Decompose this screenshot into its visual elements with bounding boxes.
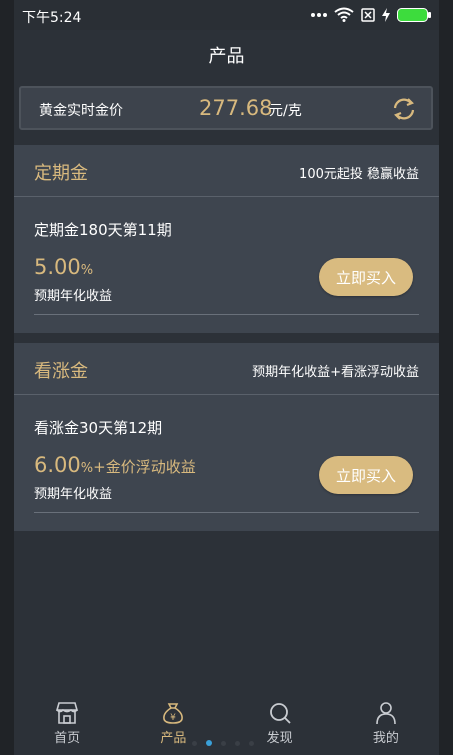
title-bar: 产品 [14, 30, 439, 80]
app-screen: 下午5:24 产品 黄金实时金价 277.68 元/克 定期金 100元起投 稳… [14, 0, 439, 755]
tab-home[interactable]: 首页 [14, 695, 120, 755]
section-header: 看涨金 预期年化收益+看涨浮动收益 [14, 343, 439, 395]
tab-discover[interactable]: 发现 [227, 695, 333, 755]
rate-extra: +金价浮动收益 [93, 458, 196, 476]
gold-price-value: 277.68 [199, 96, 273, 120]
money-bag-icon: ¥ [163, 703, 184, 724]
tab-mine[interactable]: 我的 [333, 695, 439, 755]
page-dot [192, 740, 197, 746]
battery-icon [397, 7, 431, 22]
rate-value: 5.00 [34, 255, 81, 279]
tab-label: 我的 [372, 731, 399, 746]
product-rate: 5.00% [34, 255, 93, 279]
section-title: 定期金 [34, 163, 88, 184]
gold-price-unit: 元/克 [269, 103, 302, 119]
section-divider [34, 314, 419, 315]
gold-price-bar: 黄金实时金价 277.68 元/克 [19, 86, 433, 130]
svg-text:¥: ¥ [171, 713, 177, 723]
user-icon [376, 702, 396, 725]
tab-label: 产品 [160, 731, 187, 746]
section-subtitle: 预期年化收益+看涨浮动收益 [252, 365, 419, 380]
page-indicator [192, 740, 254, 746]
tab-products[interactable]: ¥ 产品 [120, 695, 226, 755]
page-dot [235, 740, 240, 746]
status-time: 下午5:24 [22, 10, 82, 26]
home-icon [56, 702, 79, 724]
section-header: 定期金 100元起投 稳赢收益 [14, 145, 439, 197]
product-name[interactable]: 看涨金30天第12期 [34, 417, 162, 438]
rate-unit: % [80, 461, 94, 476]
product-rate: 6.00%+金价浮动收益 [34, 453, 196, 477]
bullish-gold-section: 看涨金 预期年化收益+看涨浮动收益 看涨金30天第12期 6.00%+金价浮动收… [14, 343, 439, 531]
refresh-icon[interactable] [391, 96, 417, 122]
no-sim-icon [361, 7, 375, 22]
section-title: 看涨金 [34, 361, 88, 382]
bottom-tab-bar: 首页 ¥ 产品 发现 我的 [14, 695, 439, 755]
page-dot-active [206, 740, 212, 746]
search-icon [269, 703, 291, 724]
rate-label: 预期年化收益 [34, 487, 113, 502]
fixed-gold-section: 定期金 100元起投 稳赢收益 定期金180天第11期 5.00% 预期年化收益… [14, 145, 439, 333]
rate-unit: % [80, 263, 94, 278]
product-name[interactable]: 定期金180天第11期 [34, 219, 172, 240]
rate-label: 预期年化收益 [34, 289, 113, 304]
tab-label: 发现 [266, 731, 293, 746]
rate-value: 6.00 [34, 453, 81, 477]
section-subtitle: 100元起投 稳赢收益 [299, 167, 419, 182]
gold-price-label: 黄金实时金价 [39, 103, 123, 119]
page-title: 产品 [208, 46, 245, 67]
tab-label: 首页 [54, 731, 81, 746]
wifi-icon [334, 7, 354, 22]
buy-now-button[interactable]: 立即买入 [319, 456, 413, 494]
buy-now-button[interactable]: 立即买入 [319, 258, 413, 296]
more-dots-icon [311, 12, 327, 17]
status-icons [311, 7, 431, 22]
section-divider [34, 512, 419, 513]
status-bar: 下午5:24 [14, 0, 439, 30]
page-dot [249, 740, 254, 746]
charging-icon [382, 7, 390, 22]
page-dot [221, 740, 226, 746]
